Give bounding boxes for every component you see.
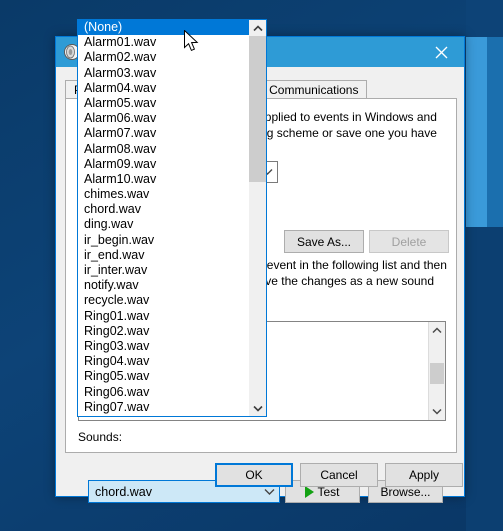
dropdown-option[interactable]: Alarm04.wav — [78, 81, 250, 96]
dropdown-option[interactable]: Ring08.wav — [78, 415, 250, 416]
scroll-down-icon[interactable] — [249, 400, 266, 416]
dropdown-option[interactable]: Ring02.wav — [78, 324, 250, 339]
dropdown-option[interactable]: Alarm02.wav — [78, 50, 250, 65]
scrollbar-thumb[interactable] — [430, 363, 444, 384]
play-icon — [305, 485, 315, 498]
dropdown-option[interactable]: Alarm05.wav — [78, 96, 250, 111]
close-icon[interactable] — [419, 37, 464, 67]
dropdown-option[interactable]: ir_inter.wav — [78, 263, 250, 278]
tab-communications[interactable]: Communications — [260, 80, 368, 99]
dropdown-option[interactable]: Alarm08.wav — [78, 142, 250, 157]
dropdown-option[interactable]: Alarm06.wav — [78, 111, 250, 126]
cancel-button[interactable]: Cancel — [300, 463, 378, 487]
dropdown-option[interactable]: ir_begin.wav — [78, 233, 250, 248]
wallpaper-accent-dark — [487, 37, 503, 227]
dropdown-scrollbar[interactable] — [249, 20, 266, 416]
sound-file-dropdown-popup[interactable]: (None) Alarm01.wav Alarm02.wav Alarm03.wav A… — [77, 19, 267, 417]
dropdown-option[interactable]: Ring04.wav — [78, 354, 250, 369]
delete-button[interactable]: Delete — [369, 230, 449, 253]
dropdown-option[interactable]: chimes.wav — [78, 187, 250, 202]
dropdown-option[interactable]: Ring07.wav — [78, 400, 250, 415]
dropdown-option[interactable]: chord.wav — [78, 202, 250, 217]
dropdown-option[interactable]: Alarm01.wav — [78, 35, 250, 50]
dropdown-option[interactable]: ir_end.wav — [78, 248, 250, 263]
dropdown-option[interactable]: Ring03.wav — [78, 339, 250, 354]
dropdown-option[interactable]: notify.wav — [78, 278, 250, 293]
scroll-up-icon[interactable] — [429, 322, 445, 339]
apply-button[interactable]: Apply — [385, 463, 463, 487]
scrollbar-thumb[interactable] — [249, 36, 266, 182]
dropdown-option[interactable]: Ring06.wav — [78, 385, 250, 400]
dropdown-option[interactable]: Alarm07.wav — [78, 126, 250, 141]
sound-file-value: chord.wav — [95, 484, 152, 499]
ok-button[interactable]: OK — [215, 463, 293, 487]
wallpaper-block-top — [466, 0, 503, 37]
sounds-label: Sounds: — [78, 430, 123, 444]
program-events-scrollbar[interactable] — [428, 322, 445, 420]
scroll-down-icon[interactable] — [429, 403, 445, 420]
dropdown-option[interactable]: Ring01.wav — [78, 309, 250, 324]
dropdown-option[interactable]: Alarm10.wav — [78, 172, 250, 187]
dropdown-option[interactable]: (None) — [78, 20, 250, 36]
save-as-button[interactable]: Save As... — [284, 230, 364, 253]
wallpaper-block-bottom — [466, 227, 503, 531]
dropdown-option[interactable]: Ring05.wav — [78, 369, 250, 384]
dropdown-option-list[interactable]: (None) Alarm01.wav Alarm02.wav Alarm03.wav A… — [78, 20, 250, 416]
scroll-up-icon[interactable] — [249, 20, 266, 36]
dropdown-option[interactable]: Alarm03.wav — [78, 66, 250, 81]
dropdown-option[interactable]: recycle.wav — [78, 293, 250, 308]
dropdown-option[interactable]: Alarm09.wav — [78, 157, 250, 172]
dropdown-option[interactable]: ding.wav — [78, 217, 250, 232]
